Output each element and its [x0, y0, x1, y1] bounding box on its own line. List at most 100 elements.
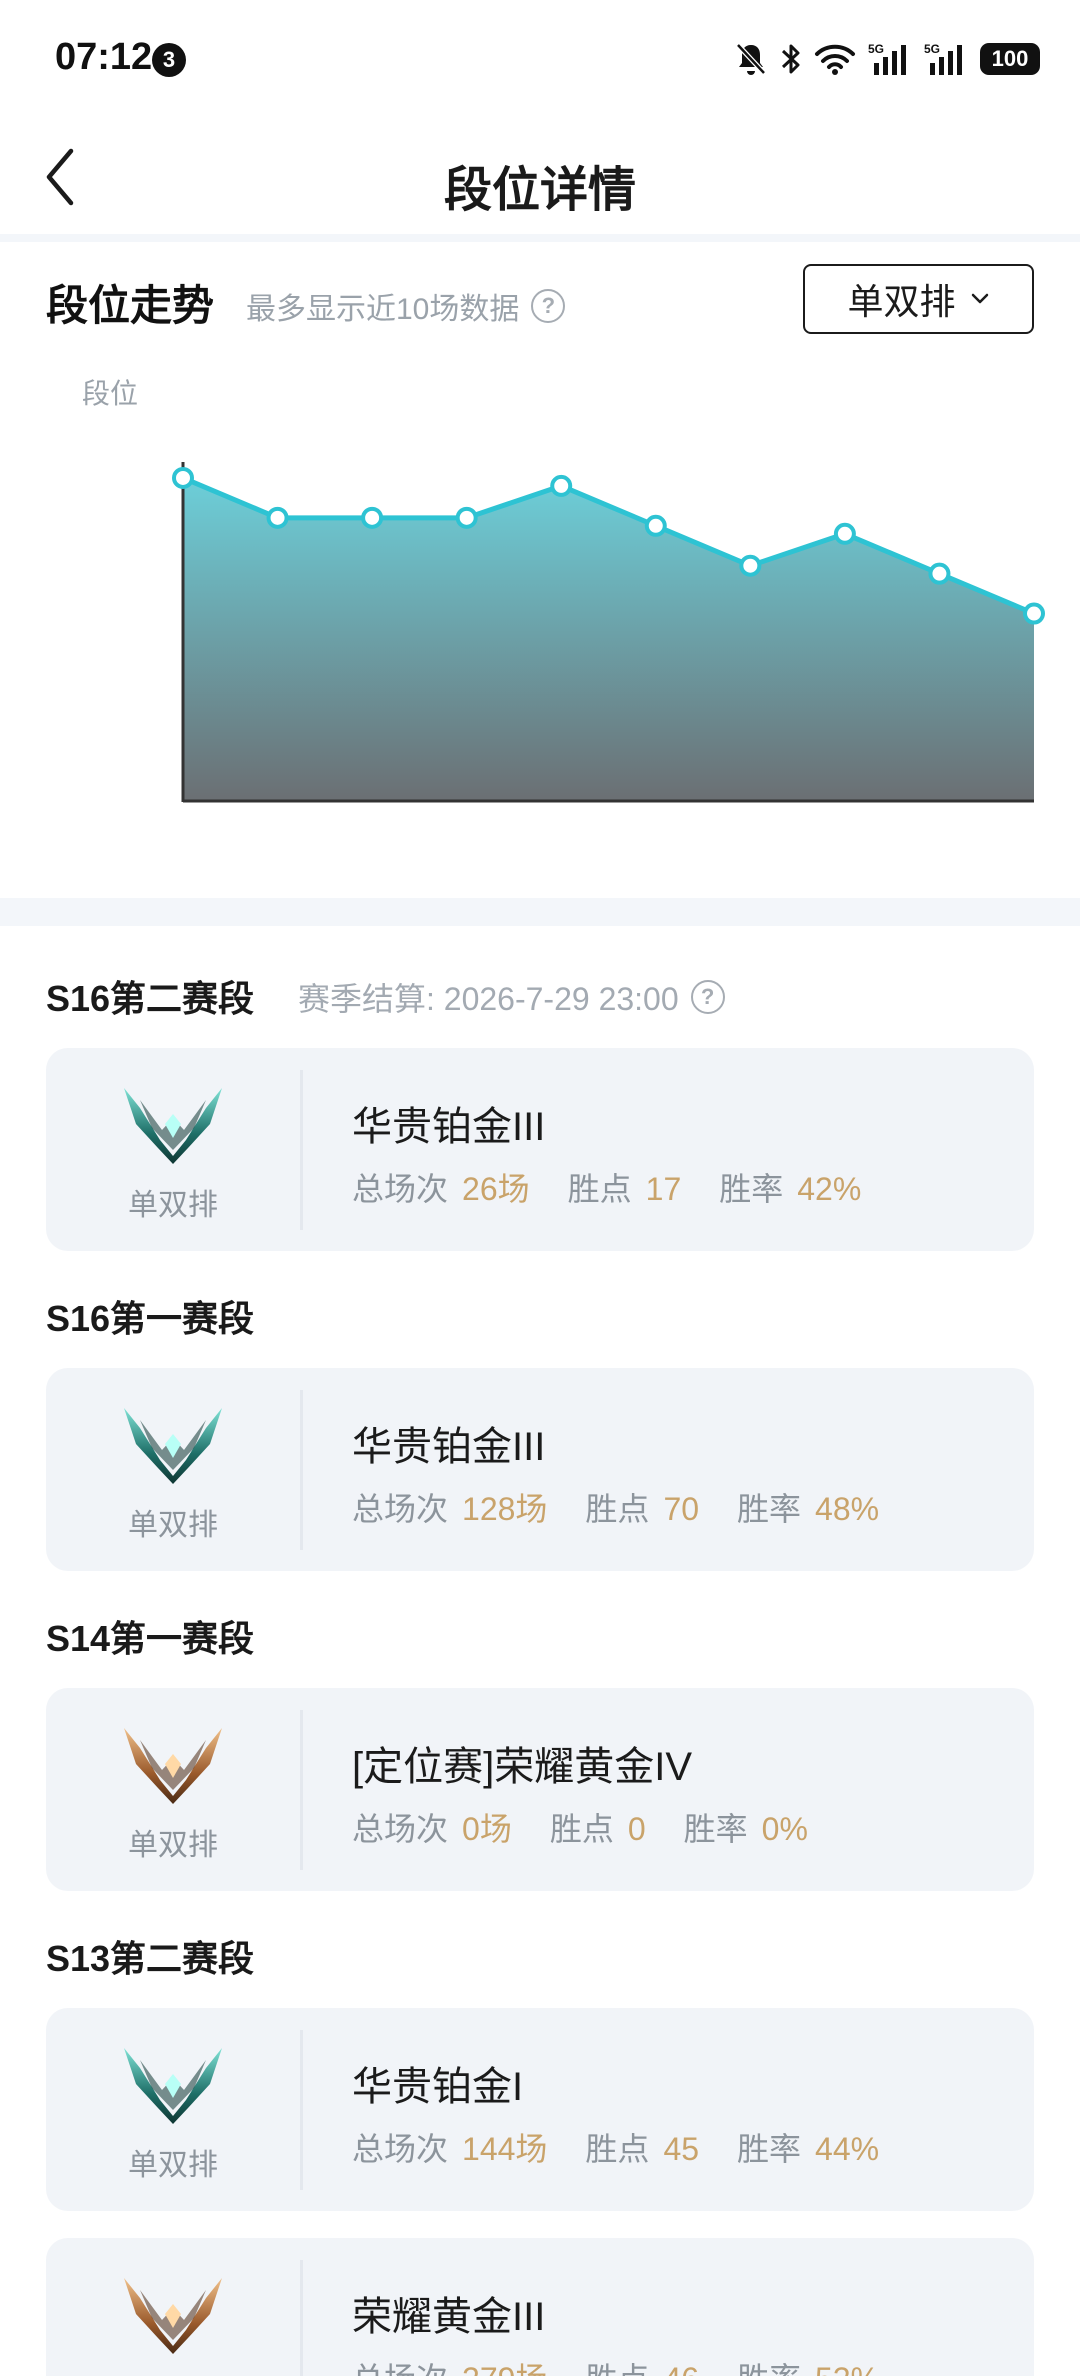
- queue-mode-label: 单双排: [128, 1189, 218, 1222]
- winrate-label: 胜率: [737, 2131, 802, 2167]
- points-value: 46: [663, 2361, 699, 2376]
- trend-point-5[interactable]: [550, 474, 573, 497]
- card-divider: [300, 1390, 303, 1550]
- points-label: 胜点: [567, 1171, 632, 1207]
- trend-point-3[interactable]: [361, 506, 384, 529]
- winrate-label: 胜率: [719, 1171, 784, 1207]
- total-games-label: 总场次: [352, 2131, 449, 2167]
- rank-emblem-block: 单双排: [46, 1368, 300, 1571]
- rank-stats: 总场次 26场 胜点 17 胜率 42%: [352, 1164, 861, 1210]
- question-circle-icon[interactable]: ?: [531, 289, 566, 323]
- platinum-rank-emblem-icon: [124, 1408, 222, 1484]
- total-games-label: 总场次: [352, 2354, 448, 2376]
- question-circle-icon[interactable]: ?: [690, 980, 725, 1014]
- rank-stats: 总场次 128场 胜点 70 胜率 48%: [352, 1484, 879, 1530]
- total-games-value: 279场: [462, 2354, 547, 2376]
- winrate-value: 44%: [815, 2131, 880, 2167]
- season-rank-card[interactable]: 单双排 荣耀黄金III 总场次 279场 胜点 46 胜率 53%: [46, 2238, 1034, 2376]
- rank-emblem-block: 单双排: [46, 1048, 300, 1251]
- rank-trend-chart: [172, 462, 1045, 803]
- trend-point-4[interactable]: [455, 506, 478, 529]
- rank-emblem-block: 单双排: [46, 1688, 300, 1891]
- rank-name: 荣耀黄金III: [352, 2295, 546, 2339]
- platinum-rank-emblem-icon: [124, 2048, 222, 2124]
- rank-stats: 总场次 144场 胜点 45 胜率 44%: [352, 2124, 879, 2170]
- svg-text:5G: 5G: [868, 42, 884, 56]
- season-settlement-text: 赛季结算: 2026-7-29 23:00: [298, 981, 679, 1017]
- season-rank-card[interactable]: 单双排 华贵铂金III 总场次 26场 胜点 17 胜率 42%: [46, 1048, 1034, 1251]
- season-settlement: 赛季结算: 2026-7-29 23:00 ?: [298, 974, 725, 1020]
- trend-title: 段位走势: [46, 282, 215, 329]
- page-title: 段位详情: [443, 164, 636, 217]
- trend-point-1[interactable]: [172, 466, 194, 489]
- season-rank-card[interactable]: 单双排 华贵铂金I 总场次 144场 胜点 45 胜率 44%: [46, 2008, 1034, 2211]
- trend-point-6[interactable]: [644, 514, 667, 537]
- trend-subtitle: 最多显示近10场数据 ?: [246, 284, 566, 328]
- winrate-label: 胜率: [737, 2354, 801, 2376]
- card-divider: [300, 2260, 303, 2376]
- points-label: 胜点: [585, 1491, 650, 1527]
- wifi-icon: [815, 44, 855, 75]
- chevron-down-icon: [971, 293, 988, 304]
- battery-indicator: 100: [980, 43, 1040, 75]
- trend-point-7[interactable]: [739, 554, 762, 577]
- status-time: 07:12: [55, 36, 153, 78]
- winrate-label: 胜率: [737, 1491, 802, 1527]
- rank-stats: 总场次 279场 胜点 46 胜率 53%: [352, 2354, 879, 2376]
- queue-mode-label: 单双排: [46, 2370, 300, 2376]
- trend-point-10[interactable]: [1023, 602, 1045, 625]
- queue-type-value: 单双排: [847, 281, 956, 322]
- queue-mode-label: 单双排: [128, 2149, 218, 2182]
- trend-area: [183, 477, 1034, 801]
- status-bar: 07:12 3 5G 5G 100: [0, 0, 1080, 120]
- points-label: 胜点: [549, 1811, 614, 1847]
- queue-mode-label: 单双排: [128, 1509, 218, 1542]
- rank-name: 华贵铂金III: [352, 1425, 546, 1469]
- season-title: S14第一赛段: [46, 1618, 255, 1659]
- trend-point-2[interactable]: [266, 506, 289, 529]
- total-games-label: 总场次: [352, 1811, 449, 1847]
- card-divider: [300, 2030, 303, 2190]
- total-games-label: 总场次: [352, 1171, 449, 1207]
- season-rank-card[interactable]: 单双排 [定位赛]荣耀黄金IV 总场次 0场 胜点 0 胜率 0%: [46, 1688, 1034, 1891]
- 5g-signal-icon: 5G: [924, 42, 962, 75]
- points-value: 0: [627, 1811, 646, 1847]
- notification-count-badge: 3: [152, 43, 186, 77]
- points-value: 70: [663, 1491, 700, 1527]
- winrate-value: 48%: [815, 1491, 880, 1527]
- rank-stats: 总场次 0场 胜点 0 胜率 0%: [352, 1804, 808, 1850]
- winrate-value: 0%: [761, 1811, 808, 1847]
- mute-bell-icon: [736, 43, 766, 75]
- winrate-value: 53%: [815, 2361, 879, 2376]
- season-title: S13第二赛段: [46, 1938, 255, 1979]
- points-value: 17: [645, 1171, 682, 1207]
- trend-subtitle-text: 最多显示近10场数据: [246, 293, 520, 326]
- season-title: S16第一赛段: [46, 1298, 255, 1339]
- total-games-label: 总场次: [352, 1491, 449, 1527]
- winrate-value: 42%: [797, 1171, 862, 1207]
- points-label: 胜点: [585, 2354, 649, 2376]
- chart-y-axis-label: 段位: [82, 378, 139, 409]
- winrate-label: 胜率: [683, 1811, 748, 1847]
- 5g-signal-icon: 5G: [868, 42, 906, 75]
- status-icons: 5G 5G 100: [734, 38, 1040, 80]
- card-divider: [300, 1070, 303, 1230]
- total-games-value: 128场: [462, 1491, 548, 1527]
- points-label: 胜点: [585, 2131, 650, 2167]
- total-games-value: 144场: [462, 2131, 548, 2167]
- queue-type-select[interactable]: 单双排: [803, 264, 1034, 334]
- platinum-rank-emblem-icon: [124, 1088, 222, 1164]
- total-games-value: 0场: [462, 1811, 512, 1847]
- trend-point-9[interactable]: [928, 562, 951, 585]
- rank-emblem-block: 单双排: [46, 2008, 300, 2211]
- bluetooth-icon: [781, 44, 800, 74]
- queue-mode-label: 单双排: [128, 1829, 218, 1862]
- header: 段位详情: [0, 120, 1080, 238]
- trend-point-8[interactable]: [833, 522, 856, 545]
- total-games-value: 26场: [462, 1171, 530, 1207]
- rank-name: [定位赛]荣耀黄金IV: [352, 1745, 693, 1789]
- svg-text:5G: 5G: [924, 42, 940, 56]
- section-divider: [0, 898, 1080, 926]
- season-rank-card[interactable]: 单双排 华贵铂金III 总场次 128场 胜点 70 胜率 48%: [46, 1368, 1034, 1571]
- rank-name: 华贵铂金I: [352, 2065, 524, 2109]
